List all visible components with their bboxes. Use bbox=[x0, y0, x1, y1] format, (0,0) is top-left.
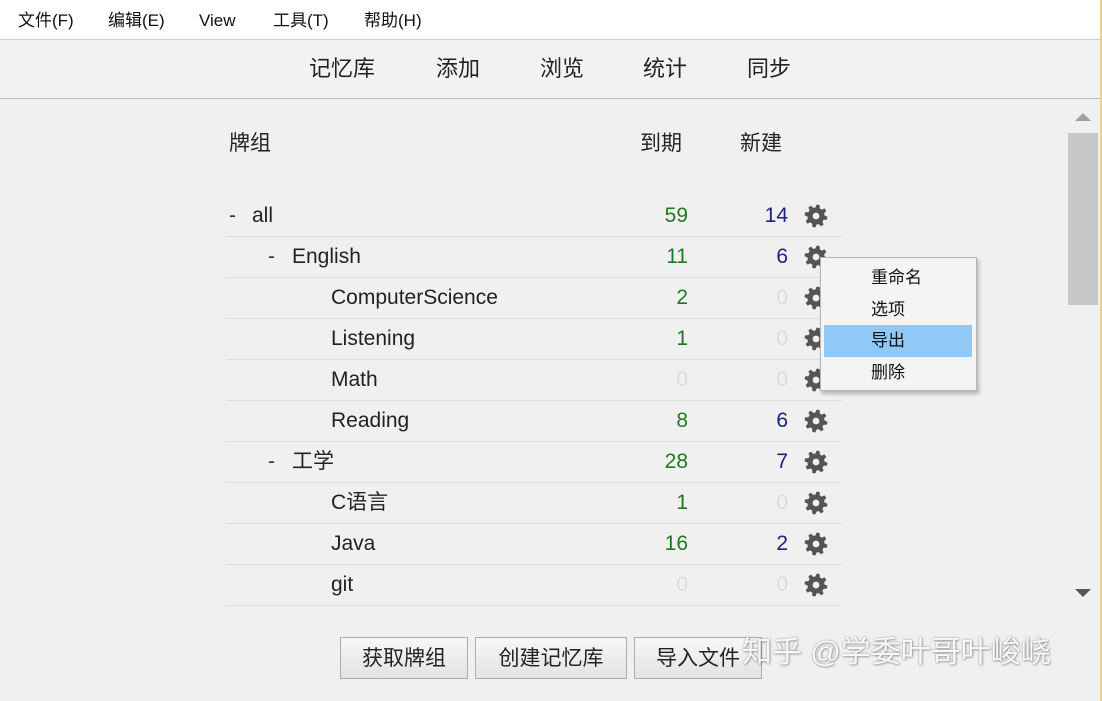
deck-row[interactable]: ComputerScience 2 0 bbox=[226, 278, 842, 319]
due-count: 59 bbox=[664, 204, 688, 227]
deck-name[interactable]: C语言 bbox=[331, 491, 388, 515]
deck-row[interactable]: Math 0 0 bbox=[226, 360, 842, 401]
main-toolbar: 记忆库 添加 浏览 统计 同步 bbox=[0, 40, 1102, 99]
deck-name[interactable]: English bbox=[292, 245, 361, 269]
deck-row[interactable]: git 0 0 bbox=[226, 565, 842, 606]
new-column-header: 新建 bbox=[740, 131, 782, 155]
deck-name[interactable]: all bbox=[252, 204, 273, 228]
due-count: 0 bbox=[676, 368, 688, 391]
due-count: 1 bbox=[676, 491, 688, 514]
new-count: 2 bbox=[776, 532, 788, 555]
deck-row[interactable]: - all 59 14 bbox=[226, 196, 842, 237]
due-count: 28 bbox=[664, 450, 688, 473]
due-count: 8 bbox=[676, 409, 688, 432]
due-count: 1 bbox=[676, 327, 688, 350]
due-count: 2 bbox=[676, 286, 688, 309]
due-count: 11 bbox=[666, 245, 688, 268]
deck-column-header: 牌组 bbox=[229, 131, 271, 155]
toolbar-decks-button[interactable]: 记忆库 bbox=[309, 57, 375, 83]
context-delete-item[interactable]: 删除 bbox=[824, 357, 972, 389]
menu-bar: 文件(F) 编辑(E) View 工具(T) 帮助(H) bbox=[0, 0, 1102, 40]
deck-browser: 牌组 到期 新建 - all 59 14- English 11 6 ComputerScie… bbox=[0, 99, 1066, 701]
menu-help[interactable]: 帮助(H) bbox=[364, 11, 422, 31]
due-count: 0 bbox=[676, 573, 688, 596]
deck-row[interactable]: - English 11 6 bbox=[226, 237, 842, 278]
deck-row[interactable]: Java 16 2 bbox=[226, 524, 842, 565]
collapse-toggle[interactable]: - bbox=[229, 204, 236, 228]
new-count: 6 bbox=[776, 409, 788, 432]
collapse-toggle[interactable]: - bbox=[268, 245, 275, 269]
collapse-toggle[interactable]: - bbox=[268, 450, 275, 474]
deck-row[interactable]: - 工学 28 7 bbox=[226, 442, 842, 483]
toolbar-add-button[interactable]: 添加 bbox=[436, 57, 480, 83]
get-shared-decks-button[interactable]: 获取牌组 bbox=[340, 637, 468, 679]
deck-row[interactable]: C语言 1 0 bbox=[226, 483, 842, 524]
deck-row[interactable]: Reading 8 6 bbox=[226, 401, 842, 442]
menu-tools[interactable]: 工具(T) bbox=[273, 11, 329, 31]
context-rename-item[interactable]: 重命名 bbox=[824, 262, 972, 294]
deck-name[interactable]: 工学 bbox=[292, 450, 334, 474]
create-deck-button[interactable]: 创建记忆库 bbox=[475, 637, 627, 679]
due-count: 16 bbox=[664, 532, 688, 555]
gear-icon[interactable] bbox=[804, 450, 828, 474]
menu-view[interactable]: View bbox=[199, 11, 236, 31]
deck-name[interactable]: ComputerScience bbox=[331, 286, 498, 310]
deck-name[interactable]: Reading bbox=[331, 409, 409, 433]
scrollbar-thumb[interactable] bbox=[1068, 133, 1098, 305]
new-count: 0 bbox=[776, 491, 788, 514]
menu-file[interactable]: 文件(F) bbox=[18, 11, 74, 31]
gear-icon[interactable] bbox=[804, 573, 828, 597]
deck-name[interactable]: Java bbox=[331, 532, 375, 556]
new-count: 6 bbox=[776, 245, 788, 268]
deck-options-context-menu: 重命名 选项 导出 删除 bbox=[820, 257, 977, 391]
scroll-up-arrow-icon[interactable] bbox=[1066, 103, 1100, 131]
gear-icon[interactable] bbox=[804, 532, 828, 556]
context-options-item[interactable]: 选项 bbox=[824, 294, 972, 326]
deck-name[interactable]: Math bbox=[331, 368, 378, 392]
new-count: 0 bbox=[776, 327, 788, 350]
import-file-button[interactable]: 导入文件 bbox=[634, 637, 762, 679]
new-count: 0 bbox=[776, 286, 788, 309]
toolbar-sync-button[interactable]: 同步 bbox=[747, 57, 791, 83]
new-count: 0 bbox=[776, 573, 788, 596]
deck-row[interactable]: Listening 1 0 bbox=[226, 319, 842, 360]
toolbar-stats-button[interactable]: 统计 bbox=[643, 57, 687, 83]
scroll-down-arrow-icon[interactable] bbox=[1066, 579, 1100, 607]
menu-edit[interactable]: 编辑(E) bbox=[108, 11, 165, 31]
deck-name[interactable]: git bbox=[331, 573, 353, 597]
vertical-scrollbar[interactable] bbox=[1066, 99, 1100, 701]
new-count: 0 bbox=[776, 368, 788, 391]
new-count: 14 bbox=[764, 204, 788, 227]
gear-icon[interactable] bbox=[804, 409, 828, 433]
deck-name[interactable]: Listening bbox=[331, 327, 415, 351]
toolbar-browse-button[interactable]: 浏览 bbox=[540, 57, 584, 83]
due-column-header: 到期 bbox=[640, 131, 682, 155]
context-export-item[interactable]: 导出 bbox=[824, 325, 972, 357]
gear-icon[interactable] bbox=[804, 204, 828, 228]
gear-icon[interactable] bbox=[804, 491, 828, 515]
new-count: 7 bbox=[776, 450, 788, 473]
